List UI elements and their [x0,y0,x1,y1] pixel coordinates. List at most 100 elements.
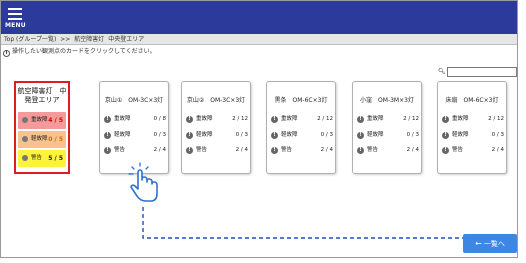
row-value: 2 / 4 [320,147,333,153]
alert-icon: ! [104,147,111,154]
station-title: 京山① OM-3C×3灯 [104,97,164,104]
row-value: 0 / 3 [491,132,504,138]
row-label: 軽故障 [114,132,131,138]
breadcrumb-group[interactable]: 航空障害灯 [74,36,104,43]
row-value: 2 / 12 [403,116,419,122]
row-label: 警告 [281,147,293,153]
instruction-label: 操作したい観測点のカードをクリックしてください。 [12,48,156,55]
area-title: 航空障害灯 中 発登エリア [16,83,68,112]
row-value: 2 / 12 [232,116,248,122]
station-card-2[interactable]: 京山② OM-3C×3灯 ! 重故障 2 / 12 ! 軽故障 0 / 3 ! 警告 2 /… [181,81,251,174]
row-label: 重故障 [114,116,131,122]
station-row-warning: ! 警告 2 / 4 [186,146,248,155]
alert-icon [22,117,28,123]
alert-icon: ! [104,116,111,123]
station-row-minor-fault: ! 軽故障 0 / 3 [357,131,419,140]
row-value: 0 / 8 [153,116,166,122]
alert-icon: ! [271,147,278,154]
row-label: 警告 [114,147,126,153]
alert-icon: ! [442,116,449,123]
station-title: 京山② OM-3C×3灯 [186,97,246,104]
row-label: 重故障 [196,116,213,122]
search-input[interactable] [447,67,517,77]
alert-icon [22,155,28,161]
alert-icon: ! [186,147,193,154]
row-value: 2 / 12 [488,116,504,122]
area-row-label: 警告 [31,155,43,161]
area-row-warning: 警告 5 / 5 [18,150,66,167]
alert-icon: ! [442,147,449,154]
alert-icon: ! [271,116,278,123]
header-bar: MENU [1,1,517,34]
hamburger-icon-bar [8,18,22,20]
hamburger-icon-bar [8,13,22,15]
alert-icon: ! [357,147,364,154]
row-value: 2 / 4 [153,147,166,153]
row-label: 軽故障 [281,132,298,138]
station-row-minor-fault: ! 軽故障 0 / 3 [442,131,504,140]
alert-icon: ! [442,132,449,139]
menu-button[interactable]: MENU [5,6,31,32]
search-icon: 🔍︎ [438,68,446,75]
info-icon: i [3,50,10,57]
row-label: 軽故障 [196,132,213,138]
alert-icon: ! [186,132,193,139]
menu-label: MENU [5,22,26,29]
station-row-minor-fault: ! 軽故障 0 / 3 [271,131,333,140]
station-card-1[interactable]: 京山① OM-3C×3灯 ! 重故障 0 / 8 ! 軽故障 0 / 3 ! 警告 2 / … [99,81,169,174]
station-row-warning: ! 警告 2 / 4 [357,146,419,155]
area-row-minor-fault: 軽故障 0 / 5 [18,131,66,148]
row-label: 警告 [452,147,464,153]
app-screen: MENU Top (グループ一覧) >> 航空障害灯 中央登エリア i 操作したい… [0,0,518,258]
station-row-warning: ! 警告 2 / 4 [271,146,333,155]
row-value: 0 / 3 [320,132,333,138]
station-row-major-fault: ! 重故障 2 / 12 [186,115,248,124]
station-row-minor-fault: ! 軽故障 0 / 3 [104,131,166,140]
row-value: 2 / 12 [317,116,333,122]
row-value: 2 / 4 [406,147,419,153]
station-card-5[interactable]: 床扇 OM-6C×3灯 ! 重故障 2 / 12 ! 軽故障 0 / 3 ! 警告 2 / … [437,81,507,174]
row-label: 警告 [367,147,379,153]
breadcrumb-separator: >> [60,36,71,43]
area-row-value: 0 / 5 [48,136,63,143]
alert-icon: ! [271,132,278,139]
row-value: 0 / 3 [153,132,166,138]
station-row-major-fault: ! 重故障 2 / 12 [357,115,419,124]
station-row-minor-fault: ! 軽故障 0 / 3 [186,131,248,140]
alert-icon [22,136,28,142]
row-label: 重故障 [367,116,384,122]
row-label: 軽故障 [452,132,469,138]
instruction-text: i 操作したい観測点のカードをクリックしてください。 [3,47,156,57]
row-label: 軽故障 [367,132,384,138]
row-value: 0 / 3 [406,132,419,138]
station-title: 黒条 OM-6C×3灯 [274,97,328,104]
area-row-major-fault: 重故障 4 / 5 [18,112,66,129]
area-row-value: 5 / 5 [48,155,63,162]
area-row-label: 重故障 [31,117,48,123]
row-label: 重故障 [281,116,298,122]
row-label: 重故障 [452,116,469,122]
station-row-major-fault: ! 重故障 0 / 8 [104,115,166,124]
alert-icon: ! [104,132,111,139]
station-row-major-fault: ! 重故障 2 / 12 [442,115,504,124]
alert-icon: ! [357,116,364,123]
station-card-3[interactable]: 黒条 OM-6C×3灯 ! 重故障 2 / 12 ! 軽故障 0 / 3 ! 警告 2 / … [266,81,336,174]
breadcrumb-top-link[interactable]: Top (グループ一覧) [4,36,56,43]
station-row-warning: ! 警告 2 / 4 [442,146,504,155]
station-row-major-fault: ! 重故障 2 / 12 [271,115,333,124]
area-title-line1: 航空障害灯 中 [17,87,67,95]
station-title: 床扇 OM-6C×3灯 [445,97,499,104]
alert-icon: ! [357,132,364,139]
back-to-list-button[interactable]: ← 一覧へ [463,234,517,253]
search-box: 🔍︎ [438,67,517,78]
alert-icon: ! [186,116,193,123]
station-row-warning: ! 警告 2 / 4 [104,146,166,155]
arrow-left-icon: ← [475,239,482,248]
station-card-4[interactable]: 小窪 OM-3M×3灯 ! 重故障 2 / 12 ! 軽故障 0 / 3 ! 警告 2 / … [352,81,422,174]
breadcrumb-current: 中央登エリア [108,36,145,43]
area-summary-panel: 航空障害灯 中 発登エリア 重故障 4 / 5 軽故障 0 / 5 警告 5 /… [14,81,70,174]
area-row-value: 4 / 5 [48,117,63,124]
hamburger-icon [8,8,22,10]
row-value: 2 / 4 [491,147,504,153]
area-title-line2: 発登エリア [24,96,60,104]
